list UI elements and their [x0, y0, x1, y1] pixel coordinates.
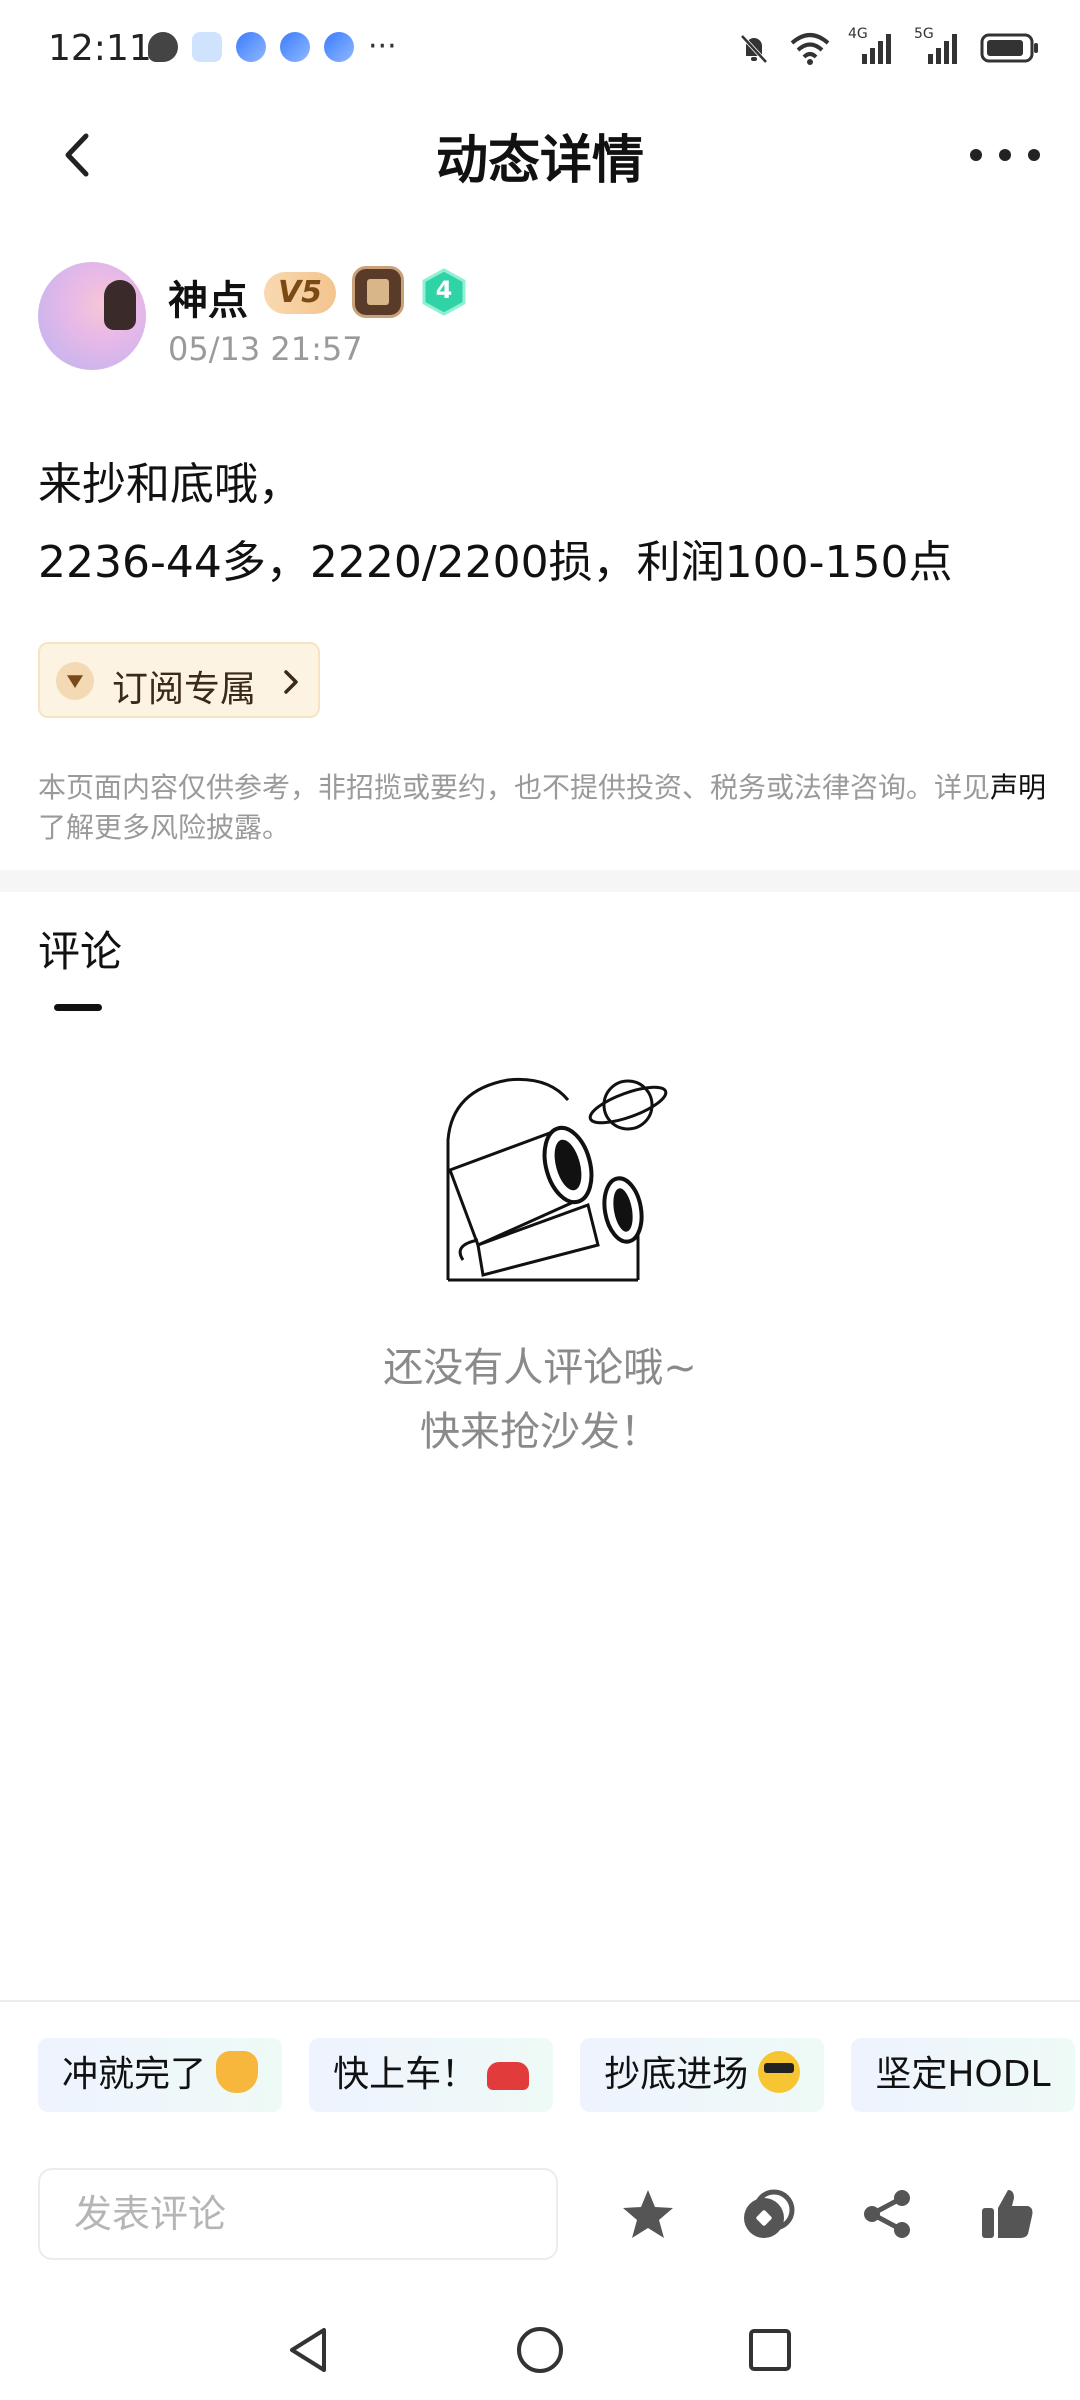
quick-reply-chip[interactable]: 冲就完了	[38, 2038, 283, 2112]
status-time: 12:11	[48, 28, 152, 69]
author-name[interactable]: 神点	[168, 268, 248, 326]
vip-badge: V5	[264, 272, 336, 314]
quick-reply-chip[interactable]: 抄底进场	[580, 2038, 825, 2112]
share-icon[interactable]	[860, 2186, 916, 2242]
system-status-icons: 4G 5G	[736, 26, 1040, 66]
tab-indicator	[54, 1004, 102, 1011]
post-line: 来抄和底哦，	[38, 459, 302, 510]
quick-reply-label: 快上车！	[333, 2054, 478, 2095]
quick-replies: 冲就完了 快上车！ 抄底进场 坚定HODL	[38, 2038, 1080, 2112]
comment-input[interactable]: 发表评论	[38, 2168, 558, 2260]
thumbs-up-icon[interactable]	[980, 2186, 1036, 2242]
subscribe-exclusive-button[interactable]: 订阅专属	[38, 642, 320, 718]
post-timestamp: 05/13 21:57	[168, 330, 363, 368]
dot-icon	[970, 149, 982, 161]
status-bar: 12:11 ··· 4G 5G	[0, 0, 1080, 100]
fans-level-number: 4	[435, 276, 453, 304]
system-navigation-bar	[0, 2300, 1080, 2400]
notification-icons: ···	[148, 32, 397, 62]
chevron-right-icon	[284, 670, 298, 694]
app-notification-icon	[324, 32, 354, 62]
signal-5g-icon: 5G	[914, 26, 962, 66]
car-emoji-icon	[487, 2062, 530, 2090]
risk-disclaimer: 本页面内容仅供参考，非招揽或要约，也不提供投资、税务或法律咨询。详见声明了解更多…	[38, 768, 1048, 848]
level-badge-icon	[352, 266, 404, 318]
dot-icon	[1028, 149, 1040, 161]
signal-4g-icon: 4G	[848, 26, 896, 66]
nav-back-icon[interactable]	[280, 2320, 340, 2380]
disclaimer-text: 了解更多风险披露。	[38, 811, 291, 844]
disclaimer-text: 本页面内容仅供参考，非招揽或要约，也不提供投资、税务或法律咨询。详见	[38, 771, 991, 804]
quick-reply-label: 抄底进场	[604, 2054, 749, 2095]
comments-tab[interactable]: 评论	[38, 918, 122, 979]
dot-icon	[999, 149, 1011, 161]
binoculars-illustration-icon	[446, 1077, 668, 1282]
avatar-portrait	[104, 280, 136, 330]
star-icon[interactable]	[620, 2186, 676, 2242]
bottom-divider	[0, 2000, 1080, 2002]
cool-face-emoji-icon	[758, 2051, 801, 2093]
fans-level-badge: 4	[420, 268, 468, 316]
more-options-button[interactable]	[970, 130, 1040, 180]
quick-reply-chip[interactable]: 快上车！	[309, 2038, 554, 2112]
section-divider	[0, 870, 1080, 892]
statement-link[interactable]: 声明	[990, 771, 1046, 804]
empty-comments-text: 快来抢沙发！	[420, 1409, 660, 1455]
app-notification-icon	[236, 32, 266, 62]
robot-app-icon	[192, 32, 222, 62]
message-icon	[148, 32, 178, 62]
nav-home-icon[interactable]	[510, 2320, 570, 2380]
page-header: 动态详情	[0, 100, 1080, 210]
post-line: 2236-44多，2220/2200损，利润100-150点	[38, 537, 953, 588]
post-content: 来抄和底哦， 2236-44多，2220/2200损，利润100-150点	[38, 446, 1048, 602]
avatar[interactable]	[38, 262, 146, 370]
quick-reply-label: 冲就完了	[62, 2054, 207, 2095]
empty-comments-text: 还没有人评论哦~	[383, 1345, 697, 1391]
fist-emoji-icon	[216, 2051, 259, 2093]
battery-icon	[980, 33, 1038, 63]
coin-icon[interactable]	[740, 2186, 796, 2242]
author-row: 神点 V5 4 05/13 21:57	[38, 262, 1038, 382]
quick-reply-label: 坚定HODL	[875, 2054, 1051, 2095]
subscribe-label: 订阅专属	[112, 669, 257, 710]
quick-reply-chip[interactable]: 坚定HODL	[851, 2038, 1075, 2112]
page-title: 动态详情	[435, 131, 644, 191]
nav-recents-icon[interactable]	[740, 2320, 800, 2380]
wifi-icon	[790, 33, 830, 65]
app-notification-icon	[280, 32, 310, 62]
mute-bell-icon	[740, 34, 768, 64]
diamond-icon	[56, 662, 94, 700]
more-notifications-icon: ···	[368, 29, 397, 64]
